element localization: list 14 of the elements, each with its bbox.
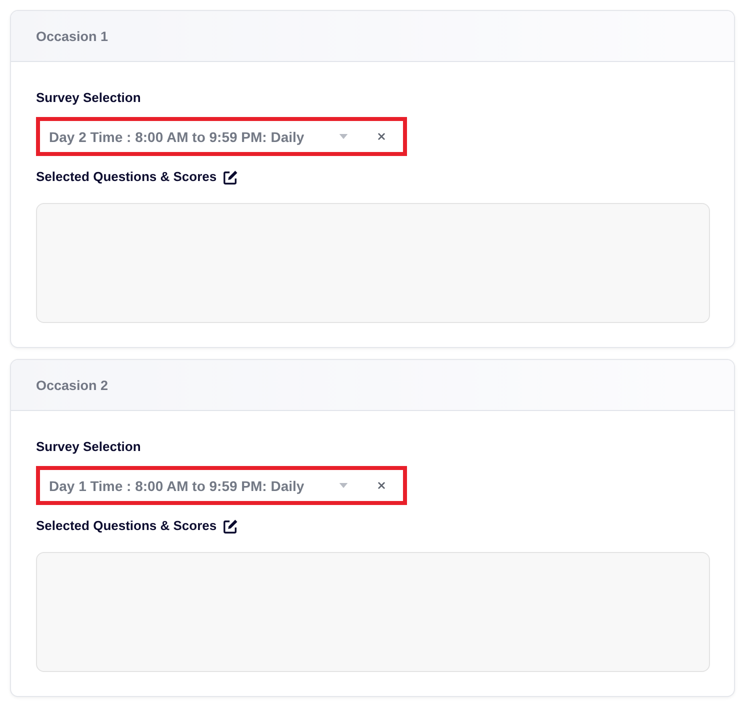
selected-questions-label: Selected Questions & Scores	[36, 518, 217, 534]
survey-selection-label: Survey Selection	[36, 90, 141, 106]
edit-icon[interactable]	[222, 170, 238, 184]
survey-select[interactable]: Day 2 Time : 8:00 AM to 9:59 PM: Daily	[36, 117, 407, 156]
selected-questions-label: Selected Questions & Scores	[36, 169, 217, 185]
occasion-title: Occasion 2	[36, 378, 108, 392]
survey-select[interactable]: Day 1 Time : 8:00 AM to 9:59 PM: Daily	[36, 466, 407, 505]
edit-icon[interactable]	[222, 518, 238, 534]
caret-icon	[339, 483, 348, 488]
caret-icon	[339, 134, 348, 139]
close-icon[interactable]	[378, 133, 385, 140]
close-icon[interactable]	[378, 482, 385, 489]
occasion-title: Occasion 1	[36, 28, 108, 44]
survey-selection-label: Survey Selection	[36, 439, 141, 455]
